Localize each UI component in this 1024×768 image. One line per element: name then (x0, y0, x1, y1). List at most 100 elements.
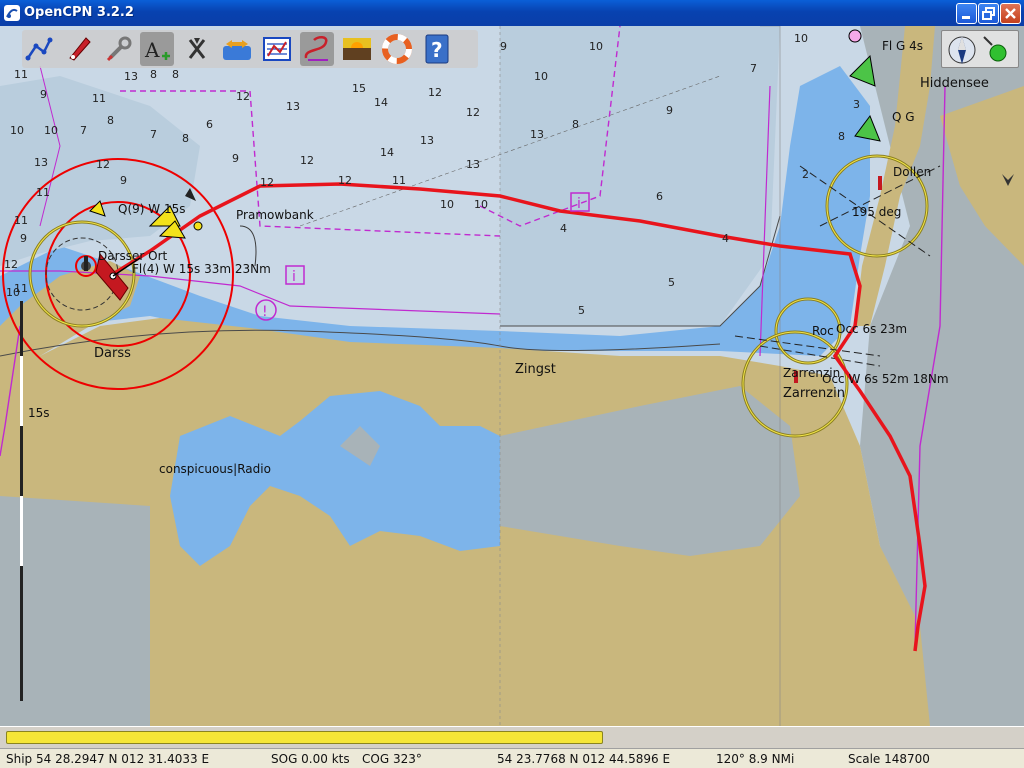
status-scale: Scale 148700 (848, 752, 930, 766)
sounding: 6 (656, 190, 663, 203)
wrench-icon (106, 36, 132, 62)
lighthouse-icon-dollen[interactable] (878, 176, 882, 190)
minimize-icon (962, 16, 970, 19)
ship-icon (69, 37, 91, 61)
light-label-occ-w: Occ W 6s 52m 18Nm (822, 372, 949, 386)
ship-follow-button[interactable] (62, 32, 96, 66)
sounding: 12 (260, 176, 274, 189)
ais-icon (188, 38, 206, 59)
sounding: 8 (172, 68, 179, 81)
sounding: 12 (338, 174, 352, 187)
close-button[interactable] (1000, 3, 1021, 24)
sounding: 13 (34, 156, 48, 169)
sounding: 12 (236, 90, 250, 103)
route-manager-button[interactable] (260, 32, 294, 66)
sounding: 9 (40, 88, 47, 101)
help-button[interactable]: ? (420, 32, 454, 66)
status-sog: SOG 0.00 kts (271, 752, 350, 766)
place-label-hiddensee: Hiddensee (920, 76, 989, 91)
sounding: 10 (44, 124, 58, 137)
tide-icon (223, 40, 251, 60)
minimize-button[interactable] (956, 3, 977, 24)
place-label-darss: Darss (94, 346, 131, 361)
track-toggle-button[interactable] (300, 32, 334, 66)
svg-text:i: i (292, 269, 296, 285)
restore-button[interactable] (978, 3, 999, 24)
bearing-label: 195 deg (852, 205, 902, 219)
status-bearing-distance: 120° 8.9 NMi (716, 752, 795, 766)
sounding: 3 (853, 98, 860, 111)
settings-button[interactable] (102, 32, 136, 66)
light-label-15s: 15s (28, 406, 50, 420)
place-label-zarrenzin: Zarrenzin (783, 386, 845, 401)
light-label-darss-character: Fl(4) W 15s 33m 23Nm (132, 262, 271, 276)
sounding: 2 (802, 168, 809, 181)
sounding: 9 (20, 232, 27, 245)
label-conspicuous-radio: conspicuous|Radio (159, 462, 271, 476)
sounding: 13 (466, 158, 480, 171)
light-label-fl-g: Fl G 4s (882, 39, 924, 53)
sounding: 8 (182, 132, 189, 145)
chart-bar[interactable] (0, 726, 1024, 748)
svg-text:i: i (577, 196, 581, 212)
sounding: 14 (380, 146, 394, 159)
tide-current-button[interactable] (220, 32, 254, 66)
chart-progress-bar[interactable] (6, 731, 603, 744)
sounding: 10 (794, 32, 808, 45)
sounding: 13 (420, 134, 434, 147)
text-toggle-button[interactable]: A (140, 32, 174, 66)
sounding: 14 (374, 96, 388, 109)
sounding: 8 (150, 68, 157, 81)
place-label-pramowbank: Pramowbank (236, 208, 314, 222)
svg-text:A: A (144, 38, 160, 62)
sounding: 4 (722, 232, 729, 245)
main-toolbar: A ? (22, 30, 478, 68)
route-tool-button[interactable] (22, 32, 56, 66)
sounding: 12 (428, 86, 442, 99)
sounding: 5 (668, 276, 675, 289)
sounding: 10 (440, 198, 454, 211)
sounding: 11 (92, 92, 106, 105)
sounding: 7 (80, 124, 87, 137)
sounding: 12 (466, 106, 480, 119)
sounding: 7 (150, 128, 157, 141)
restore-icon (982, 7, 995, 20)
sounding: 9 (500, 40, 507, 53)
sounding: 12 (4, 258, 18, 271)
compass-widget[interactable] (941, 30, 1019, 68)
sounding: 8 (107, 114, 114, 127)
sounding: 12 (300, 154, 314, 167)
color-scheme-button[interactable] (340, 32, 374, 66)
sounding: 6 (206, 118, 213, 131)
sounding: 10 (534, 70, 548, 83)
text-icon: A (144, 38, 170, 62)
sounding: 11 (14, 282, 28, 295)
sounding: 13 (124, 70, 138, 83)
sounding: 13 (530, 128, 544, 141)
light-label-dollen: Dollen (893, 165, 932, 179)
light-label-darsser-ort: Darsser Ort (98, 249, 168, 263)
ais-toggle-button[interactable] (180, 32, 214, 66)
chart-canvas[interactable]: i i ! Darss Zingst Zarrenzin Hiddensee P… (0, 26, 1024, 726)
light-label-q-g: Q G (892, 110, 915, 124)
sounding: 13 (286, 100, 300, 113)
route-icon (25, 37, 53, 61)
lifebuoy-icon (382, 34, 412, 64)
sounding: 7 (750, 62, 757, 75)
man-overboard-button[interactable] (380, 32, 414, 66)
sounding: 10 (589, 40, 603, 53)
title-bar: OpenCPN 3.2.2 (0, 0, 1024, 26)
sounding: 12 (96, 158, 110, 171)
light-label-roc: Roc (812, 324, 834, 338)
status-cog: COG 323° (362, 752, 422, 766)
sounding: 11 (36, 186, 50, 199)
help-icon: ? (425, 34, 449, 64)
sounding: 11 (14, 214, 28, 227)
svg-text:?: ? (431, 38, 443, 62)
light-label-zarrenzin: Zarrenzin (783, 366, 841, 380)
sounding: 9 (232, 152, 239, 165)
route-manager-icon (263, 37, 291, 61)
sounding: 11 (14, 68, 28, 81)
sounding: 8 (572, 118, 579, 131)
sounding: 9 (666, 104, 673, 117)
